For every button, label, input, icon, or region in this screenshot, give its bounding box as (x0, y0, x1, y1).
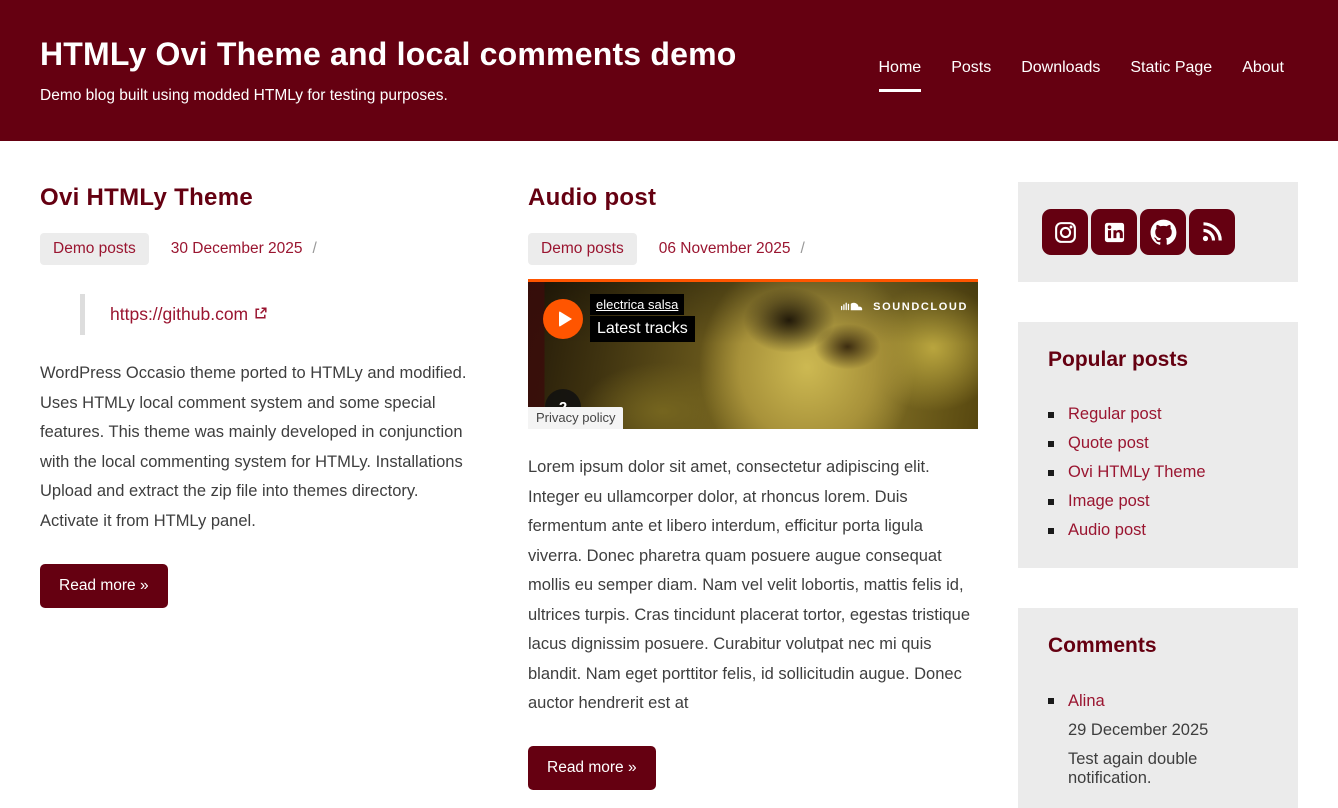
popular-post-link[interactable]: Audio post (1068, 521, 1146, 539)
comment-date: 29 December 2025 (1048, 721, 1268, 740)
site-subtitle: Demo blog built using modded HTMLy for t… (40, 87, 448, 105)
meta-separator: / (313, 240, 317, 258)
nav-item-downloads[interactable]: Downloads (1021, 59, 1100, 92)
site-header: HTMLy Ovi Theme and local comments demo … (0, 0, 1338, 141)
site-title[interactable]: HTMLy Ovi Theme and local comments demo (40, 36, 737, 73)
post-meta: Demo posts 30 December 2025 / (40, 233, 480, 265)
post-title[interactable]: Audio post (528, 184, 978, 212)
post-excerpt: WordPress Occasio theme ported to HTMLy … (40, 359, 480, 536)
list-item: Ovi HTMLy Theme (1048, 464, 1268, 481)
popular-post-link[interactable]: Quote post (1068, 434, 1149, 452)
list-item: Image post (1048, 493, 1268, 510)
soundcloud-track-title: Latest tracks (590, 316, 695, 342)
read-more-button[interactable]: Read more » (528, 746, 656, 790)
post-ovi-htmly-theme: Ovi HTMLy Theme Demo posts 30 December 2… (40, 184, 480, 608)
play-button[interactable] (543, 299, 583, 339)
comment-text: Test again double notification. (1048, 750, 1268, 788)
popular-posts-list: Regular post Quote post Ovi HTMLy Theme … (1048, 406, 1268, 539)
nav-item-posts[interactable]: Posts (951, 59, 991, 92)
github-icon[interactable] (1140, 209, 1186, 255)
rss-icon[interactable] (1189, 209, 1235, 255)
popular-post-link[interactable]: Image post (1068, 492, 1150, 510)
nav-item-home[interactable]: Home (879, 59, 922, 92)
comment-item: Alina (1048, 692, 1268, 711)
nav-item-static-page[interactable]: Static Page (1130, 59, 1212, 92)
main-nav: Home Posts Downloads Static Page About (879, 59, 1285, 92)
post-excerpt: Lorem ipsum dolor sit amet, consectetur … (528, 453, 978, 719)
soundcloud-artist-link[interactable]: electrica salsa (590, 294, 684, 315)
nav-item-about[interactable]: About (1242, 59, 1284, 92)
soundcloud-brand-text: SOUNDCLOUD (873, 301, 968, 313)
sidebar-social-widget (1018, 182, 1298, 282)
comment-author-link[interactable]: Alina (1068, 692, 1105, 710)
post-date: 30 December 2025 (171, 240, 303, 258)
list-item: Audio post (1048, 522, 1268, 539)
read-more-button[interactable]: Read more » (40, 564, 168, 608)
list-item: Quote post (1048, 435, 1268, 452)
linkedin-icon[interactable] (1091, 209, 1137, 255)
play-icon (559, 311, 572, 327)
blockquote: https://github.com (80, 294, 440, 335)
popular-posts-widget: Popular posts Regular post Quote post Ov… (1018, 322, 1298, 568)
instagram-icon[interactable] (1042, 209, 1088, 255)
external-link[interactable]: https://github.com (110, 304, 268, 325)
post-title[interactable]: Ovi HTMLy Theme (40, 184, 480, 212)
popular-post-link[interactable]: Regular post (1068, 405, 1162, 423)
category-badge[interactable]: Demo posts (40, 233, 149, 265)
post-audio-post: Audio post Demo posts 06 November 2025 /… (528, 184, 978, 790)
list-item: Regular post (1048, 406, 1268, 423)
comments-widget: Comments Alina 29 December 2025 Test aga… (1018, 608, 1298, 808)
category-badge[interactable]: Demo posts (528, 233, 637, 265)
meta-separator: / (801, 240, 805, 258)
popular-post-link[interactable]: Ovi HTMLy Theme (1068, 463, 1206, 481)
soundcloud-brand: SOUNDCLOUD (841, 298, 968, 315)
link-text: https://github.com (110, 304, 248, 325)
external-link-icon (254, 304, 268, 325)
comments-title: Comments (1048, 634, 1268, 658)
soundcloud-embed[interactable]: electrica salsa Latest tracks SOUNDCLOUD… (528, 279, 978, 429)
post-date: 06 November 2025 (659, 240, 791, 258)
privacy-policy-link[interactable]: Privacy policy (528, 407, 623, 429)
popular-posts-title: Popular posts (1048, 348, 1268, 372)
soundcloud-cloud-icon (841, 298, 867, 315)
post-meta: Demo posts 06 November 2025 / (528, 233, 978, 265)
